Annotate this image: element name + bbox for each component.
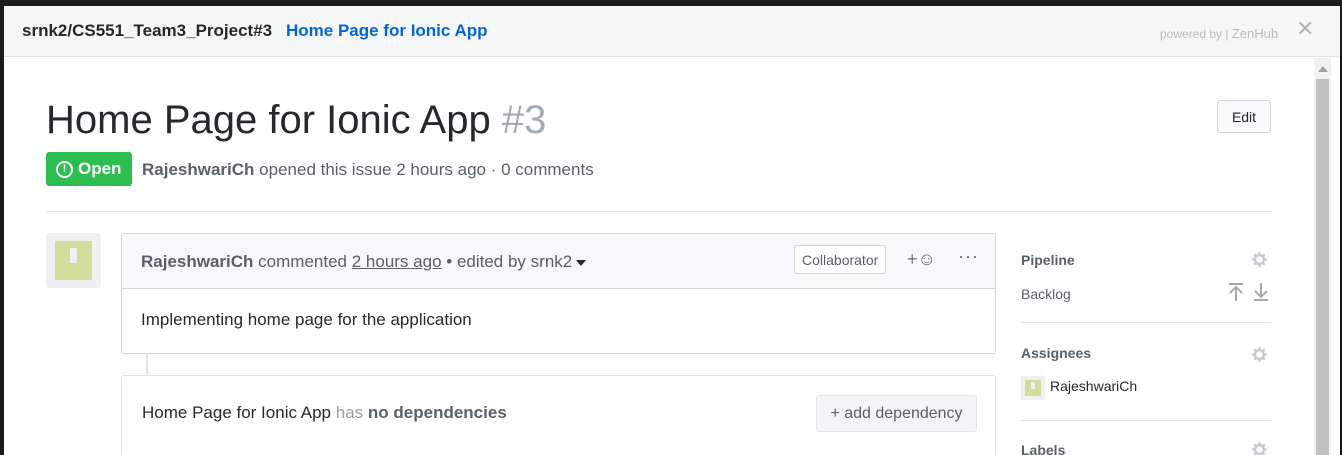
timeline-connector bbox=[146, 354, 148, 376]
issue-title-link[interactable]: Home Page for Ionic App bbox=[286, 21, 488, 41]
pipeline-label: Pipeline bbox=[1021, 252, 1075, 268]
scrollbar-thumb[interactable] bbox=[1316, 79, 1329, 455]
modal-header: srnk2/CS551_Team3_Project#3 Home Page fo… bbox=[4, 6, 1340, 57]
status-badge: ! Open bbox=[46, 152, 132, 186]
issue-opened-icon: ! bbox=[56, 160, 73, 178]
assignee-avatar-identicon-gap bbox=[1031, 382, 1035, 389]
comment-header: RajeshwariCh commented 2 hours ago • edi… bbox=[122, 234, 995, 289]
collaborator-badge: Collaborator bbox=[794, 245, 887, 274]
zenhub-logo: ZenHub bbox=[1231, 26, 1279, 41]
comment-body: Implementing home page for the applicati… bbox=[141, 310, 472, 329]
move-to-bottom-icon[interactable] bbox=[1253, 282, 1269, 302]
comment-author[interactable]: RajeshwariCh bbox=[141, 252, 253, 271]
avatar-identicon-gap bbox=[70, 248, 77, 263]
labels-gear-icon[interactable] bbox=[1252, 441, 1269, 455]
assignee-name[interactable]: RajeshwariCh bbox=[1050, 378, 1137, 394]
comment-action: commented bbox=[258, 252, 347, 271]
comment-box: RajeshwariCh commented 2 hours ago • edi… bbox=[121, 233, 996, 354]
issue-author[interactable]: RajeshwariCh bbox=[142, 160, 254, 179]
pipeline-value[interactable]: Backlog bbox=[1021, 286, 1071, 302]
assignees-label: Assignees bbox=[1021, 345, 1092, 361]
assignees-gear-icon[interactable] bbox=[1252, 346, 1269, 363]
powered-by: powered by | ZenHub bbox=[1160, 26, 1278, 41]
pipeline-gear-icon[interactable] bbox=[1252, 251, 1269, 268]
dependencies-status: no dependencies bbox=[367, 403, 507, 422]
avatar[interactable] bbox=[46, 233, 101, 288]
issue-number: #3 bbox=[501, 98, 547, 142]
comment-header-text: RajeshwariCh commented 2 hours ago • edi… bbox=[141, 252, 587, 272]
dependencies-has: has bbox=[335, 403, 364, 422]
sidebar-divider bbox=[1021, 322, 1271, 323]
issue-opened-text: opened this issue 2 hours ago · 0 commen… bbox=[259, 160, 594, 179]
move-to-top-icon[interactable] bbox=[1228, 282, 1244, 302]
close-icon[interactable]: ✕ bbox=[1296, 18, 1314, 40]
labels-label: Labels bbox=[1021, 442, 1066, 455]
add-dependency-button[interactable]: + add dependency bbox=[816, 395, 977, 432]
chevron-down-icon[interactable] bbox=[576, 259, 587, 266]
powered-by-prefix: powered by | bbox=[1160, 27, 1229, 41]
issue-modal: srnk2/CS551_Team3_Project#3 Home Page fo… bbox=[4, 6, 1340, 455]
dependencies-box: Home Page for Ionic App has no dependenc… bbox=[121, 375, 996, 455]
add-reaction-icon[interactable]: +☺ bbox=[907, 249, 936, 270]
scroll-up-arrow-icon[interactable] bbox=[1318, 66, 1328, 72]
edit-button[interactable]: Edit bbox=[1217, 100, 1271, 133]
assignee-avatar[interactable] bbox=[1021, 376, 1045, 400]
divider bbox=[46, 211, 1272, 212]
issue-title-text: Home Page for Ionic App bbox=[46, 98, 491, 142]
issue-meta: RajeshwariCh opened this issue 2 hours a… bbox=[142, 160, 594, 180]
issue-title: Home Page for Ionic App #3 bbox=[46, 98, 546, 143]
repo-name: srnk2/CS551_Team3_Project#3 bbox=[22, 21, 273, 40]
more-options-icon[interactable]: ··· bbox=[958, 246, 979, 267]
status-label: Open bbox=[78, 159, 122, 178]
dependencies-issue: Home Page for Ionic App bbox=[142, 403, 332, 422]
comment-timestamp[interactable]: 2 hours ago bbox=[352, 252, 442, 271]
comment-edited[interactable]: • edited by srnk2 bbox=[446, 252, 572, 271]
dependencies-text: Home Page for Ionic App has no dependenc… bbox=[142, 403, 507, 423]
sidebar-divider bbox=[1021, 420, 1271, 421]
